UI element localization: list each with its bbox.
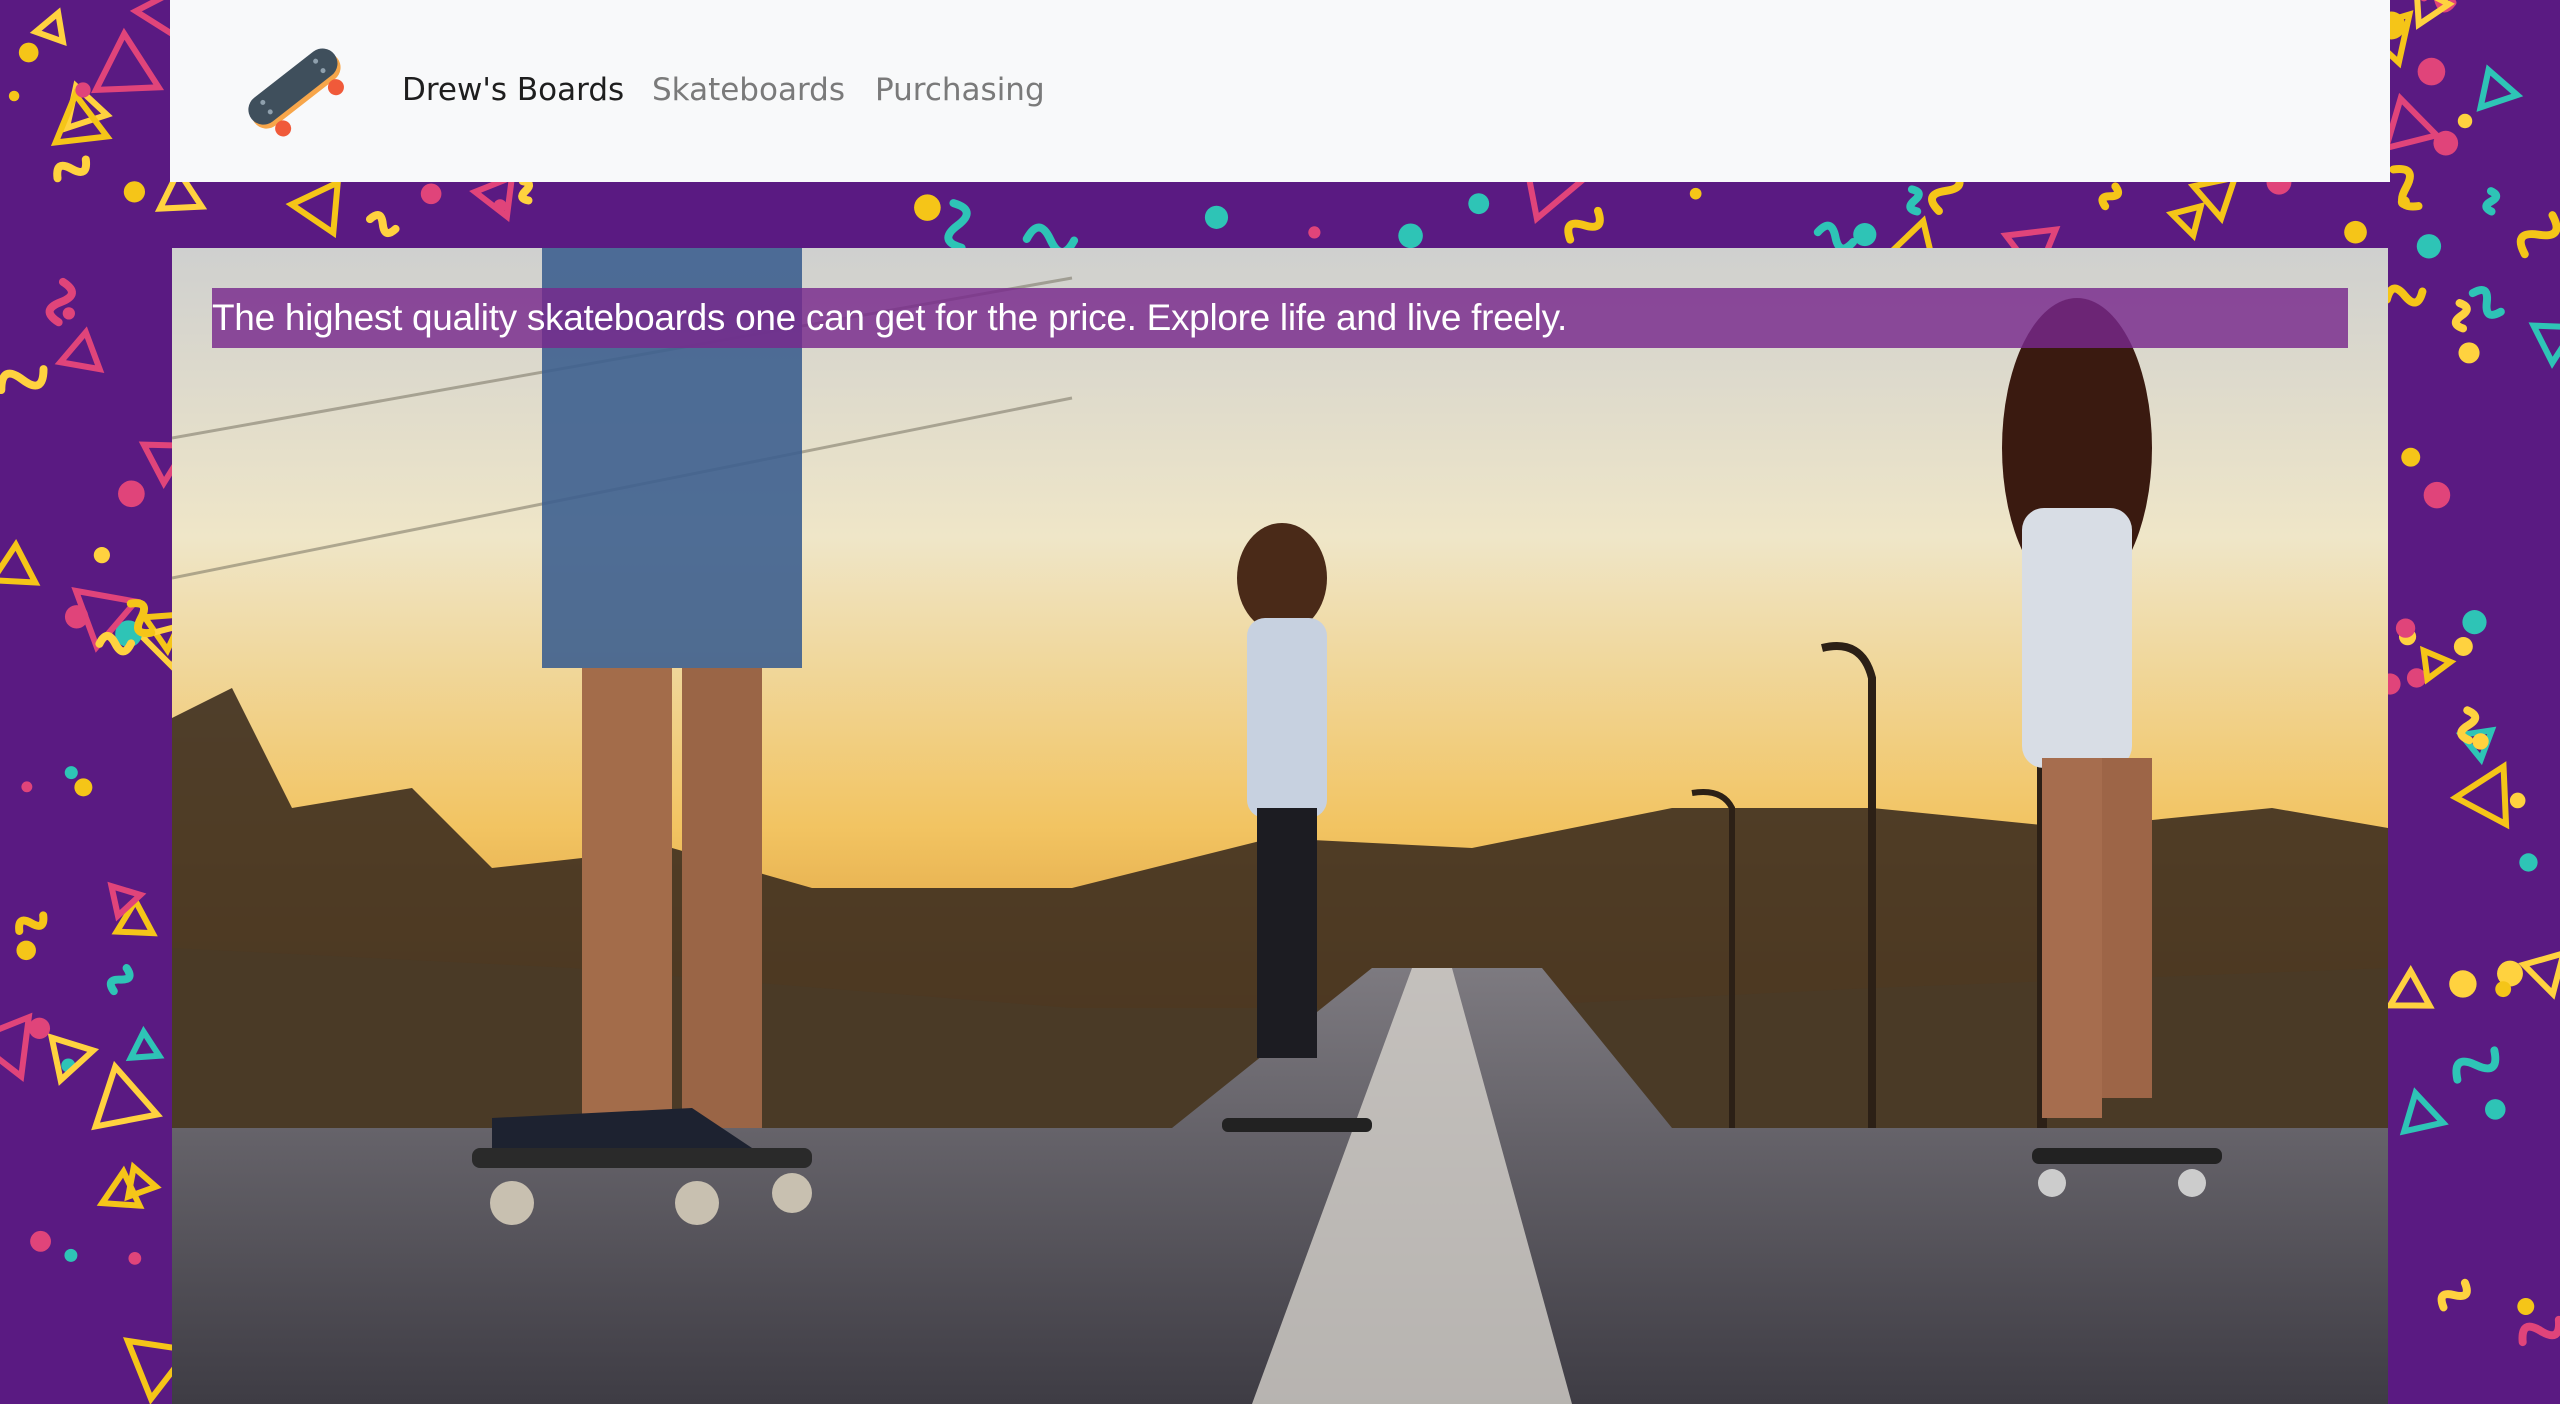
confetti-shape bbox=[1906, 185, 1923, 216]
confetti-shape bbox=[1564, 206, 1604, 244]
confetti-shape bbox=[365, 211, 400, 238]
confetti-shape bbox=[0, 539, 41, 586]
confetti-shape bbox=[2457, 706, 2480, 745]
confetti-shape bbox=[1689, 187, 1702, 200]
confetti-shape bbox=[2395, 618, 2416, 638]
confetti-shape bbox=[93, 547, 110, 564]
confetti-shape bbox=[2472, 733, 2489, 750]
confetti-shape bbox=[28, 1017, 51, 1039]
confetti-shape bbox=[128, 1251, 142, 1265]
confetti-shape bbox=[1204, 205, 1229, 229]
confetti-shape bbox=[2452, 1046, 2500, 1084]
confetti-shape bbox=[1853, 222, 1877, 247]
confetti-shape bbox=[2468, 285, 2505, 319]
confetti-shape bbox=[54, 326, 105, 373]
confetti-shape bbox=[2476, 64, 2524, 112]
confetti-shape bbox=[2482, 187, 2501, 216]
confetti-shape bbox=[2417, 57, 2446, 86]
confetti-shape bbox=[91, 1060, 163, 1131]
confetti-shape bbox=[2344, 220, 2367, 244]
confetti-shape bbox=[2449, 761, 2510, 830]
confetti-shape bbox=[2509, 792, 2526, 809]
confetti-shape bbox=[2457, 113, 2473, 129]
confetti-shape bbox=[2389, 165, 2423, 211]
confetti-shape bbox=[106, 964, 134, 996]
nav-link-purchasing[interactable]: Purchasing bbox=[875, 68, 1045, 112]
confetti-shape bbox=[2437, 1278, 2471, 1312]
confetti-shape bbox=[2451, 299, 2471, 333]
confetti-shape bbox=[75, 82, 91, 98]
confetti-shape bbox=[64, 1248, 78, 1262]
tagline-banner: The highest quality skateboards one can … bbox=[212, 288, 2348, 348]
confetti-shape bbox=[123, 181, 146, 203]
confetti-shape bbox=[2519, 853, 2538, 872]
hero-section: The highest quality skateboards one can … bbox=[172, 248, 2388, 1404]
top-navbar: Drew's Boards Skateboards Purchasing bbox=[170, 0, 2390, 182]
confetti-shape bbox=[2528, 322, 2560, 369]
hero-tagline: The highest quality skateboards one can … bbox=[212, 297, 1568, 338]
confetti-shape bbox=[64, 766, 78, 780]
confetti-shape bbox=[15, 911, 48, 936]
confetti-shape bbox=[8, 90, 20, 102]
confetti-shape bbox=[1398, 223, 1423, 249]
confetti-shape bbox=[30, 1230, 51, 1252]
confetti-shape bbox=[2423, 481, 2451, 509]
confetti-shape bbox=[914, 194, 941, 221]
confetti-shape bbox=[944, 199, 971, 252]
confetti-shape bbox=[2382, 284, 2427, 307]
confetti-shape bbox=[2517, 1298, 2535, 1315]
confetti-shape bbox=[420, 183, 442, 205]
confetti-shape bbox=[62, 307, 75, 320]
confetti-shape bbox=[2098, 182, 2123, 211]
confetti-shape bbox=[21, 781, 33, 793]
confetti-shape bbox=[125, 1025, 165, 1062]
confetti-shape bbox=[53, 155, 91, 183]
skateboard-icon[interactable] bbox=[238, 38, 353, 143]
confetti-shape bbox=[2416, 234, 2442, 259]
confetti-shape bbox=[2449, 970, 2477, 998]
confetti-shape bbox=[18, 42, 39, 63]
confetti-shape bbox=[2458, 342, 2480, 364]
confetti-shape bbox=[2433, 130, 2459, 156]
confetti-shape bbox=[285, 177, 342, 239]
confetti-shape bbox=[1813, 221, 1858, 253]
confetti-shape bbox=[107, 881, 147, 922]
confetti-shape bbox=[2516, 211, 2560, 259]
confetti-shape bbox=[90, 27, 165, 94]
confetti-shape bbox=[74, 778, 93, 797]
confetti-shape bbox=[2495, 981, 2512, 998]
confetti-shape bbox=[0, 365, 48, 395]
confetti-shape bbox=[16, 940, 36, 961]
confetti-shape bbox=[2462, 610, 2487, 635]
confetti-shape bbox=[2453, 637, 2473, 656]
confetti-shape bbox=[2384, 964, 2435, 1009]
confetti-shape bbox=[518, 177, 534, 205]
confetti-shape bbox=[2485, 1099, 2506, 1120]
brand-link[interactable]: Drew's Boards bbox=[402, 68, 624, 112]
hero-image bbox=[172, 248, 2388, 1404]
confetti-shape bbox=[2399, 1087, 2449, 1136]
confetti-shape bbox=[2518, 1315, 2560, 1347]
nav-link-skateboards[interactable]: Skateboards bbox=[652, 68, 845, 112]
confetti-shape bbox=[1308, 226, 1321, 239]
confetti-shape bbox=[1468, 193, 1490, 215]
confetti-shape bbox=[118, 480, 145, 508]
confetti-shape bbox=[29, 7, 67, 47]
confetti-shape bbox=[2401, 447, 2421, 467]
confetti-shape bbox=[2518, 949, 2560, 1000]
confetti-shape bbox=[0, 1012, 33, 1082]
